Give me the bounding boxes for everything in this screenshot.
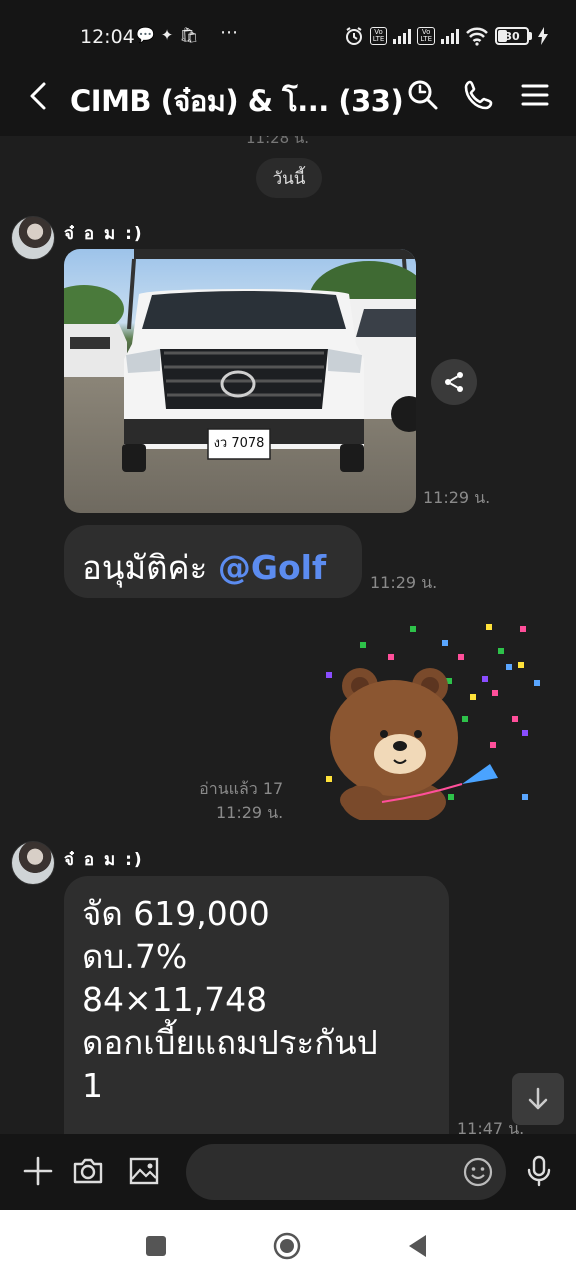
- message-time: 11:29 น.: [423, 488, 491, 507]
- camera-icon[interactable]: [71, 1154, 105, 1188]
- bear-party-icon: [326, 624, 540, 826]
- date-divider: วันนี้: [256, 158, 322, 198]
- battery-icon: 30: [495, 27, 532, 45]
- message-time: 11:29 น.: [370, 573, 438, 592]
- signal-icon-2: [441, 28, 459, 44]
- back-nav-icon[interactable]: [404, 1232, 432, 1260]
- sender-name: จ๋ อ ม :): [64, 224, 144, 244]
- car-photo[interactable]: งว 7078: [64, 249, 416, 513]
- read-count: อ่านแล้ว 17: [199, 779, 284, 798]
- menu-icon[interactable]: [518, 78, 552, 112]
- chat-title[interactable]: CIMB (จ๋อม) & โ... (33): [70, 78, 404, 124]
- volte-icon: Vo LTE: [369, 27, 388, 45]
- message-line: 84×11,748: [82, 980, 268, 1019]
- arrow-down-icon: [528, 1087, 548, 1110]
- message-input[interactable]: [186, 1144, 506, 1200]
- sender-avatar[interactable]: [11, 216, 55, 260]
- message-bubble[interactable]: อนุมัติค่ะ @Golf: [64, 525, 362, 598]
- scroll-to-bottom-button[interactable]: [512, 1073, 564, 1125]
- microphone-icon[interactable]: [522, 1154, 556, 1188]
- previous-message-time: 11:28 น.: [246, 136, 310, 147]
- signal-icon: [393, 28, 412, 44]
- recents-icon[interactable]: [142, 1232, 170, 1260]
- svg-text:งว 7078: งว 7078: [214, 436, 265, 451]
- plus-icon[interactable]: [21, 1154, 55, 1188]
- message-text: อนุมัติค่ะ: [82, 548, 218, 587]
- chat-header: CIMB (จ๋อม) & โ... (33): [0, 56, 576, 136]
- sender-name: จ๋ อ ม :): [64, 850, 144, 870]
- more-notifications-icon: ⋯: [220, 22, 239, 43]
- share-button[interactable]: [431, 359, 477, 405]
- sender-avatar[interactable]: [11, 841, 55, 885]
- alarm-icon: [345, 27, 362, 45]
- share-icon: [445, 372, 463, 392]
- shopee-icon: 🛍: [179, 26, 199, 44]
- message-line: 1: [82, 1066, 103, 1105]
- message-line: จัด 619,000: [82, 894, 270, 933]
- status-bar: 12:04 💬 ✦ 🛍 ⋯ Vo LTE Vo LTE 30: [0, 0, 576, 56]
- back-icon[interactable]: [26, 78, 54, 114]
- message-bubble[interactable]: จัด 619,000 ดบ.7% 84×11,748 ดอกเบี้ยแถมป…: [64, 876, 449, 1134]
- call-icon[interactable]: [462, 78, 496, 112]
- volte-icon-2: Vo LTE: [417, 27, 435, 45]
- wifi-icon: [466, 27, 488, 46]
- message-input-bar: [0, 1134, 576, 1210]
- line-chat-screen: 12:04 💬 ✦ 🛍 ⋯ Vo LTE Vo LTE 30 CIMB (จ๋อม)…: [0, 0, 576, 1280]
- brown-bear-sticker[interactable]: [322, 624, 548, 826]
- search-icon[interactable]: [406, 78, 440, 112]
- chat-messages[interactable]: 11:28 น. วันนี้ จ๋ อ ม :) งว 7078 11:29 …: [0, 136, 576, 1134]
- chat-notification-icon: 💬: [136, 26, 155, 44]
- messenger-icon: ✦: [160, 26, 174, 44]
- message-line: ดบ.7%: [82, 937, 188, 976]
- message-time: 11:29 น.: [216, 803, 284, 822]
- charging-icon: [538, 27, 548, 45]
- white-pickup-truck-image: งว 7078: [64, 249, 416, 472]
- status-time: 12:04: [80, 26, 135, 48]
- image-icon[interactable]: [127, 1154, 161, 1188]
- read-receipt: อ่านแล้ว 17 11:29 น.: [194, 777, 283, 825]
- system-navigation-bar: [0, 1210, 576, 1280]
- emoji-icon[interactable]: [462, 1156, 494, 1188]
- home-icon[interactable]: [273, 1232, 301, 1260]
- mention-link[interactable]: @Golf: [218, 548, 326, 587]
- message-line: ดอกเบี้ยแถมประกันป: [82, 1023, 378, 1062]
